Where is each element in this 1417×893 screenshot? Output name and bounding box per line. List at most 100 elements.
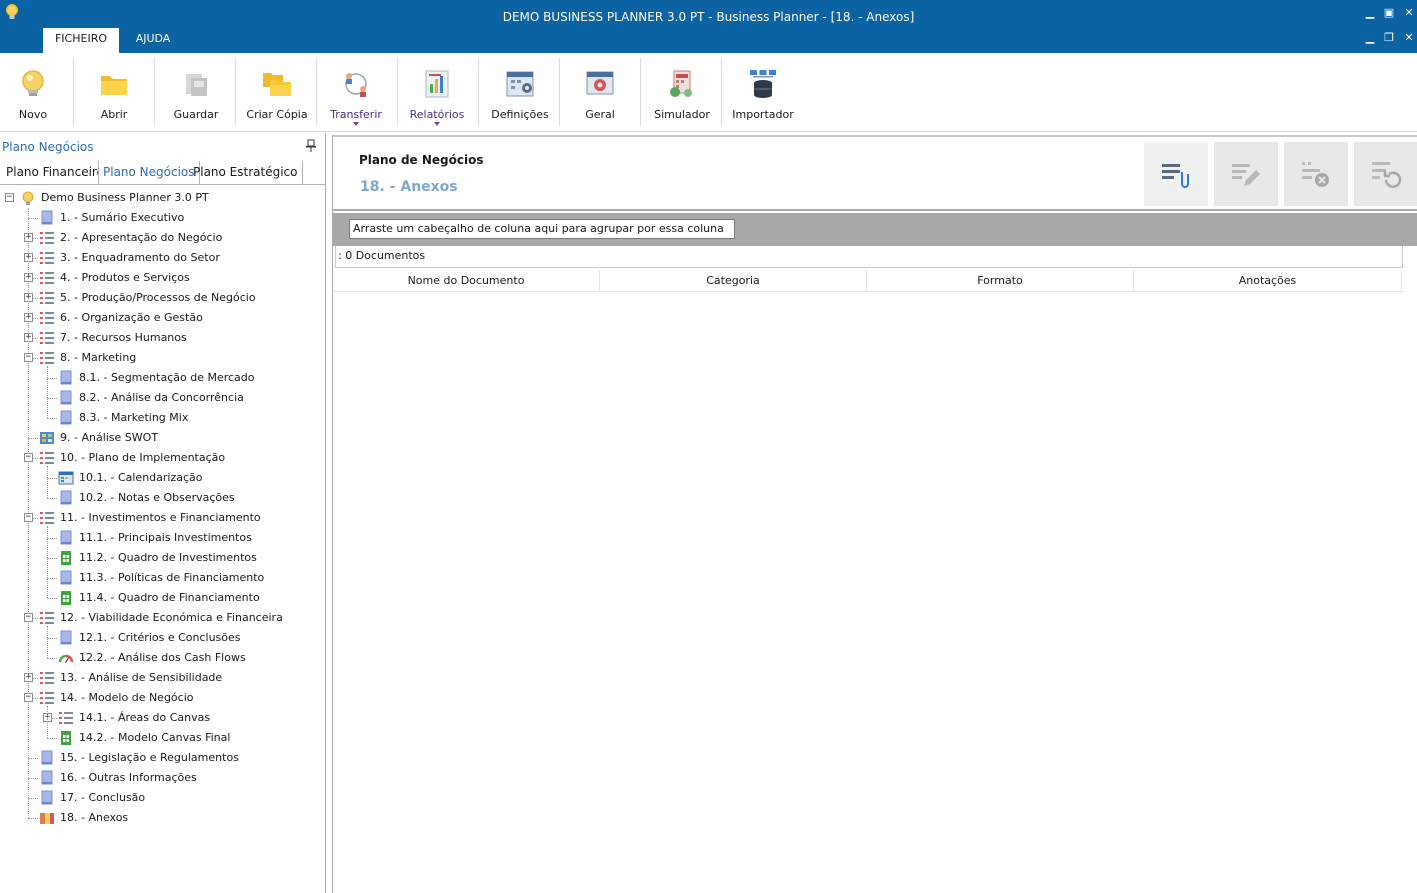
collapse-icon[interactable]: − [24,693,33,702]
collapse-icon[interactable]: − [5,193,14,202]
tree-node-label: 14.2. - Modelo Canvas Final [79,731,231,744]
tree-node[interactable]: +6. - Organização e Gestão [0,308,325,328]
tree-node[interactable]: +7. - Recursos Humanos [0,328,325,348]
menu-tab-ajuda[interactable]: AJUDA [121,28,185,53]
pin-icon[interactable] [305,139,317,153]
collapse-icon[interactable]: − [24,513,33,522]
reports-icon [425,70,449,98]
save-icon [186,74,207,96]
expand-icon[interactable]: + [24,253,33,262]
spreadsheet-icon [61,551,71,565]
importador-button[interactable]: Importador [730,58,796,128]
definicoes-button[interactable]: Definições [487,58,553,128]
plan-tree: − Demo Business Planner 3.0 PT 1. - Sumári… [0,185,325,893]
tree-node[interactable]: 15. - Legislação e Regulamentos [0,748,325,768]
transferir-button[interactable]: Transferir [326,58,386,128]
tree-node[interactable]: 11.3. - Políticas de Financiamento [0,568,325,588]
tree-node[interactable]: − 11. - Investimentos e Financiamento [0,508,325,528]
column-header-nome[interactable]: Nome do Documento [333,270,600,292]
group-by-bar[interactable]: Arraste um cabeçalho de coluna aqui para… [333,213,1417,246]
tree-node[interactable]: 10.2. - Notas e Observações [0,488,325,508]
tree-connector-line [47,466,48,498]
child-close-button[interactable]: ✕ [1401,31,1417,45]
tree-node[interactable]: 8.3. - Marketing Mix [0,408,325,428]
tree-node-label: 9. - Análise SWOT [60,431,159,444]
collapse-icon[interactable]: − [24,353,33,362]
column-header-formato[interactable]: Formato [867,270,1134,292]
expand-icon[interactable]: + [24,293,33,302]
collapse-icon[interactable]: − [24,613,33,622]
tab-plano-financeiro[interactable]: Plano Financeiro [2,161,108,184]
tree-node[interactable]: − 12. - Viabilidade Económica e Financeir… [0,608,325,628]
tree-node[interactable]: +4. - Produtos e Serviços [0,268,325,288]
simulador-label: Simulador [654,108,710,121]
attach-document-button[interactable] [1144,142,1208,206]
expand-icon[interactable]: + [24,233,33,242]
general-gear-icon [586,71,614,95]
menu-tab-ficheiro[interactable]: FICHEIRO [43,28,119,53]
tree-node[interactable]: 8.2. - Análise da Concorrência [0,388,325,408]
criar-copia-button[interactable]: Criar Cópia [243,58,311,128]
spreadsheet-icon [61,591,71,605]
geral-button[interactable]: Geral [570,58,630,128]
close-button[interactable]: ✕ [1401,6,1417,20]
tree-node[interactable]: +13. - Análise de Sensibilidade [0,668,325,688]
tree-node[interactable]: 12.1. - Critérios e Conclusões [0,628,325,648]
tree-node[interactable]: 11.1. - Principais Investimentos [0,528,325,548]
delete-document-button[interactable] [1284,142,1348,206]
edit-document-button[interactable] [1214,142,1278,206]
novo-button[interactable]: Novo [4,58,62,128]
simulador-button[interactable]: Simulador [650,58,714,128]
tree-node[interactable]: 14.2. - Modelo Canvas Final [0,728,325,748]
list-icon [40,452,54,464]
main-content: Plano de Negócios 18. - Anexos Arraste u… [332,135,1417,893]
tree-node-label: Demo Business Planner 3.0 PT [41,191,209,204]
tree-node[interactable]: − 8. - Marketing [0,348,325,368]
document-icon [60,630,72,645]
tree-node[interactable]: − Demo Business Planner 3.0 PT [0,188,325,208]
tree-node-label: 12. - Viabilidade Económica e Financeira [60,611,283,624]
expand-icon[interactable]: + [24,333,33,342]
relatorios-button[interactable]: Relatórios [406,58,468,128]
tree-node[interactable]: 10.1. - Calendarização [0,468,325,488]
tree-node[interactable]: 9. - Análise SWOT [0,428,325,448]
column-header-categoria[interactable]: Categoria [600,270,867,292]
undo-document-button[interactable] [1354,142,1417,206]
attach-icon [1162,164,1189,188]
tree-node[interactable]: 1. - Sumário Executivo [0,208,325,228]
tree-node[interactable]: +3. - Enquadramento do Setor [0,248,325,268]
tree-node[interactable]: 12.2. - Análise dos Cash Flows [0,648,325,668]
abrir-label: Abrir [100,108,128,121]
abrir-button[interactable]: Abrir [85,58,143,128]
expand-icon[interactable]: + [24,273,33,282]
tree-node[interactable]: − 10. - Plano de Implementação [0,448,325,468]
expand-icon[interactable]: + [24,313,33,322]
tree-node[interactable]: +2. - Apresentação do Negócio [0,228,325,248]
child-restore-button[interactable]: ❐ [1381,31,1397,45]
expand-icon[interactable]: + [24,673,33,682]
child-minimize-button[interactable]: ▁ [1362,31,1378,45]
tree-node[interactable]: 18. - Anexos [0,808,325,828]
documents-grid: : 0 Documentos Nome do Documento Categor… [333,246,1417,893]
guardar-button[interactable]: Guardar [166,58,226,128]
tree-node[interactable]: − 14. - Modelo de Negócio [0,688,325,708]
tree-node[interactable]: +5. - Produção/Processos de Negócio [0,288,325,308]
tree-node[interactable]: 11.4. - Quadro de Financiamento [0,588,325,608]
tree-node-label: 18. - Anexos [60,811,129,824]
column-header-anotacoes[interactable]: Anotações [1134,270,1402,292]
tree-node[interactable]: +14.1. - Áreas do Canvas [0,708,325,728]
tree-node[interactable]: 16. - Outras Informações [0,768,325,788]
collapse-icon[interactable]: − [24,453,33,462]
ribbon-separator [559,58,560,126]
undo-icon [1372,162,1402,188]
minimize-button[interactable]: ▁ [1362,6,1378,20]
tree-node[interactable]: 11.2. - Quadro de Investimentos [0,548,325,568]
tab-plano-negocios[interactable]: Plano Negócios [98,161,200,184]
tree-node-label: 13. - Análise de Sensibilidade [60,671,223,684]
document-icon [60,530,72,545]
maximize-button[interactable]: ▣ [1381,6,1397,20]
tab-plano-estrategico[interactable]: Plano Estratégico [189,161,303,184]
tree-node-label: 17. - Conclusão [60,791,146,804]
tree-node[interactable]: 8.1. - Segmentação de Mercado [0,368,325,388]
tree-node[interactable]: 17. - Conclusão [0,788,325,808]
